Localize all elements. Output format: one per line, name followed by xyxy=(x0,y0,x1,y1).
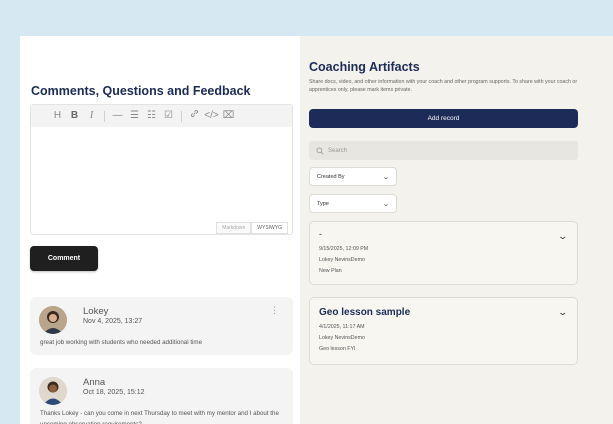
comment-text: Thanks Lokey - can you come in next Thur… xyxy=(40,410,279,424)
bullet-list-button[interactable]: ☰ xyxy=(126,105,143,127)
record-title: Geo lesson sample xyxy=(319,307,411,318)
toolbar-divider xyxy=(181,110,182,122)
comments-title: Comments, Questions and Feedback xyxy=(31,84,251,98)
task-list-button[interactable]: ☑ xyxy=(160,105,177,127)
toolbar-divider xyxy=(104,110,105,122)
avatar xyxy=(39,306,67,334)
comment-date: Oct 18, 2025, 15:12 xyxy=(83,389,145,396)
heading-button[interactable]: H xyxy=(49,105,66,127)
comment-editor: H B I — ☰ ☷ ☑ </> ⌧ Markdown WYSIWYG xyxy=(30,104,293,235)
record-author: Lokey NevinsDemo xyxy=(319,335,365,341)
comment-author: Anna xyxy=(83,377,106,388)
record-date: 9/15/2025, 12:09 PM xyxy=(319,246,369,252)
comment-input[interactable] xyxy=(31,127,292,222)
comment-button[interactable]: Comment xyxy=(30,246,98,271)
add-record-button[interactable]: Add record xyxy=(309,109,578,128)
record-note: Geo lesson FYI xyxy=(319,346,356,352)
code-button[interactable]: </> xyxy=(203,105,220,127)
search-input[interactable]: Search xyxy=(309,141,578,160)
app-frame: Comments, Questions and Feedback H B I —… xyxy=(20,36,613,424)
link-button[interactable] xyxy=(186,105,203,127)
search-icon xyxy=(316,147,324,154)
filter-label: Type xyxy=(317,200,329,207)
comment-card: Lokey Nov 4, 2025, 13:27 ⋮ great job wor… xyxy=(30,297,293,355)
wysiwyg-tab[interactable]: WYSIWYG xyxy=(251,222,288,234)
filter-label: Created By xyxy=(317,173,345,180)
comment-date: Nov 4, 2025, 13:27 xyxy=(83,318,143,325)
record-title: - xyxy=(319,229,322,239)
editor-mode-switch: Markdown WYSIWYG xyxy=(216,222,288,234)
record-date: 4/1/2025, 11:17 AM xyxy=(319,324,365,330)
link-icon xyxy=(190,109,199,118)
record-card[interactable]: Geo lesson sample 4/1/2025, 11:17 AM Lok… xyxy=(309,297,578,365)
markdown-tab[interactable]: Markdown xyxy=(216,222,252,234)
type-filter[interactable]: Type ⌄ xyxy=(309,194,397,213)
horizontal-rule-button[interactable]: — xyxy=(109,105,126,127)
bold-button[interactable]: B xyxy=(66,105,83,127)
ordered-list-button[interactable]: ☷ xyxy=(143,105,160,127)
artifacts-title: Coaching Artifacts xyxy=(309,60,420,74)
comment-card: Anna Oct 18, 2025, 15:12 Thanks Lokey - … xyxy=(30,368,293,424)
editor-toolbar: H B I — ☰ ☷ ☑ </> ⌧ xyxy=(31,105,292,127)
search-placeholder: Search xyxy=(328,147,348,154)
created-by-filter[interactable]: Created By ⌄ xyxy=(309,167,397,186)
comment-text: great job working with students who need… xyxy=(40,339,203,346)
italic-button[interactable]: I xyxy=(83,105,100,127)
avatar xyxy=(39,377,67,405)
chevron-down-icon: ⌄ xyxy=(382,173,390,181)
more-vertical-icon[interactable]: ⋮ xyxy=(270,306,279,315)
record-author: Lokey NevinsDemo xyxy=(319,257,365,263)
code-block-button[interactable]: ⌧ xyxy=(220,105,237,127)
record-card[interactable]: - 9/15/2025, 12:09 PM Lokey NevinsDemo N… xyxy=(309,221,578,285)
comment-author: Lokey xyxy=(83,306,109,317)
comments-panel: Comments, Questions and Feedback H B I —… xyxy=(20,36,300,424)
chevron-down-icon[interactable]: ⌄ xyxy=(558,231,569,242)
artifacts-description: Share docs, video, and other information… xyxy=(309,79,578,93)
artifacts-panel: Coaching Artifacts Share docs, video, an… xyxy=(300,36,613,424)
chevron-down-icon[interactable]: ⌄ xyxy=(558,307,569,318)
chevron-down-icon: ⌄ xyxy=(382,200,390,208)
record-note: New Plan xyxy=(319,268,342,274)
